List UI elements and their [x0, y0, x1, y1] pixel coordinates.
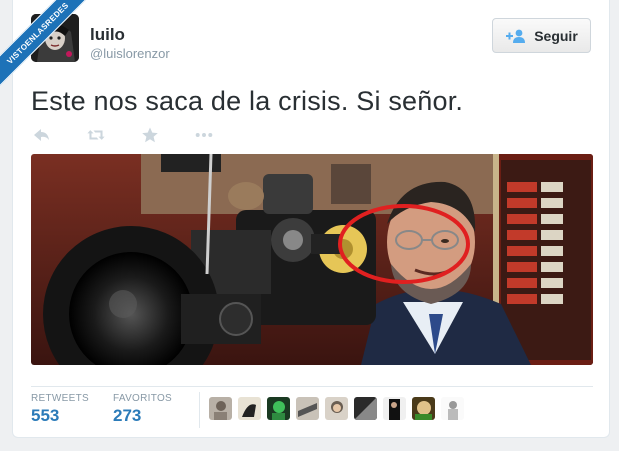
more-button[interactable] [195, 124, 249, 146]
favorite-button[interactable] [141, 124, 195, 146]
favorites-stat[interactable]: FAVORITOS 273 [113, 393, 172, 426]
retweet-icon [87, 130, 105, 140]
retweets-count: 553 [31, 406, 60, 425]
follow-button[interactable]: Seguir [492, 18, 591, 53]
favoriter-avatar[interactable] [209, 397, 232, 420]
handle[interactable]: @luislorenzor [90, 46, 170, 61]
tweet-card: luilo @luislorenzor Seguir Este nos saca… [12, 0, 610, 438]
favoriter-avatar[interactable] [296, 397, 319, 420]
favoriter-avatar[interactable] [354, 397, 377, 420]
favorites-label: FAVORITOS [113, 393, 173, 404]
stats-divider [31, 386, 593, 387]
tweet-photo[interactable] [31, 154, 593, 365]
display-name[interactable]: luilo [90, 25, 125, 45]
retweet-button[interactable] [87, 124, 141, 146]
favoriter-avatar[interactable] [325, 397, 348, 420]
favoriter-avatar[interactable] [441, 397, 464, 420]
favorites-count: 273 [113, 406, 142, 425]
favoriters-avatars [209, 397, 464, 420]
favoriter-avatar[interactable] [412, 397, 435, 420]
retweets-label: RETWEETS [31, 393, 89, 404]
favoriter-avatar[interactable] [383, 397, 406, 420]
retweets-stat[interactable]: RETWEETS 553 [31, 393, 89, 426]
reply-icon [34, 129, 49, 141]
favoriter-avatar[interactable] [267, 397, 290, 420]
follow-label: Seguir [534, 27, 578, 44]
reply-button[interactable] [33, 124, 87, 146]
stats-separator [199, 392, 200, 428]
favoriter-avatar[interactable] [238, 397, 261, 420]
more-icon [195, 133, 213, 137]
favorite-icon [142, 127, 158, 143]
tweet-text: Este nos saca de la crisis. Si señor. [31, 86, 464, 116]
tweet-actions [33, 124, 249, 146]
add-user-icon [506, 29, 526, 43]
